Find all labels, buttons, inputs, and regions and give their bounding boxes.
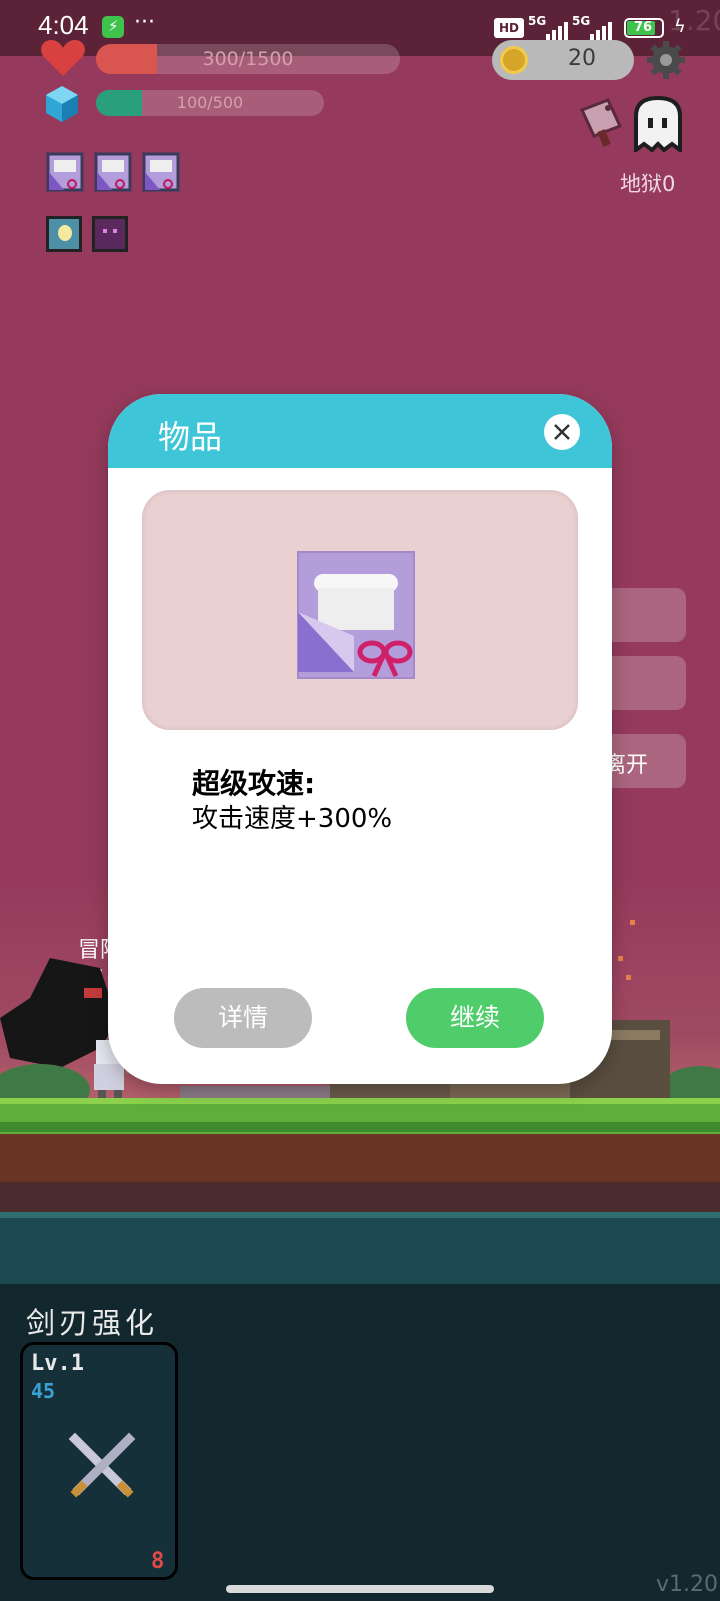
hp-bar: 300/1500	[96, 44, 400, 74]
battery-icon: 76	[624, 18, 664, 38]
continue-button[interactable]: 继续	[406, 988, 544, 1048]
gift-scroll-icon[interactable]	[142, 152, 180, 192]
coin-counter: 20	[492, 40, 634, 80]
skill-level: Lv.1	[31, 1351, 84, 1376]
item-dialog-title: 物品	[158, 418, 223, 456]
gift-scroll-icon[interactable]	[94, 152, 132, 192]
item-name: 超级攻速:	[192, 767, 316, 800]
cleaver-icon[interactable]	[574, 96, 630, 148]
hell-level-label: 地狱0	[620, 172, 676, 196]
signal-icon-2	[578, 20, 614, 40]
skill-value: 45	[31, 1379, 56, 1403]
mana-bar: 100/500	[96, 90, 324, 116]
faint-overlay-text: 1.20	[668, 4, 720, 37]
gift-scroll-icon	[297, 551, 415, 679]
ember	[630, 920, 635, 925]
gift-scroll-icon[interactable]	[46, 152, 84, 192]
skill-cost: 8	[151, 1549, 165, 1574]
charging-notification-icon: ⚡	[102, 16, 124, 38]
item-dialog: 物品 超级攻速: 攻击速度+300% 详情 继续	[108, 394, 612, 1084]
coin-amount: 20	[568, 46, 596, 71]
dirt-dark-layer	[0, 1182, 720, 1212]
signal-icon	[534, 20, 570, 40]
hd-icon: HD	[494, 18, 524, 38]
item-description: 攻击速度+300%	[192, 804, 393, 834]
hp-text: 300/1500	[202, 48, 294, 70]
skill-title: 剑刃强化	[26, 1306, 159, 1340]
version-label: v1.20	[656, 1572, 719, 1597]
battery-level: 76	[634, 20, 653, 35]
grass-shadow	[0, 1122, 720, 1132]
demon-buff-icon[interactable]	[92, 216, 128, 252]
more-notifications: ···	[134, 10, 155, 35]
skill-card[interactable]: Lv.1 45 8	[20, 1342, 178, 1580]
status-time: 4:04	[38, 10, 89, 40]
ember	[626, 975, 631, 980]
close-button[interactable]	[544, 414, 580, 450]
water-layer	[0, 1212, 720, 1284]
dirt-layer	[0, 1134, 720, 1182]
detail-button[interactable]: 详情	[174, 988, 312, 1048]
close-icon	[554, 424, 570, 440]
mana-text: 100/500	[176, 93, 244, 112]
gear-icon[interactable]	[646, 40, 686, 80]
crossed-swords-icon	[68, 1432, 136, 1498]
ghost-icon[interactable]	[632, 96, 684, 152]
home-indicator[interactable]	[226, 1585, 494, 1593]
item-dialog-header: 物品	[108, 394, 612, 468]
mana-gem-icon	[46, 86, 78, 122]
ember	[618, 956, 623, 961]
heart-icon	[41, 40, 85, 76]
coin-icon	[500, 46, 528, 74]
lightbulb-buff-icon[interactable]	[46, 216, 82, 252]
